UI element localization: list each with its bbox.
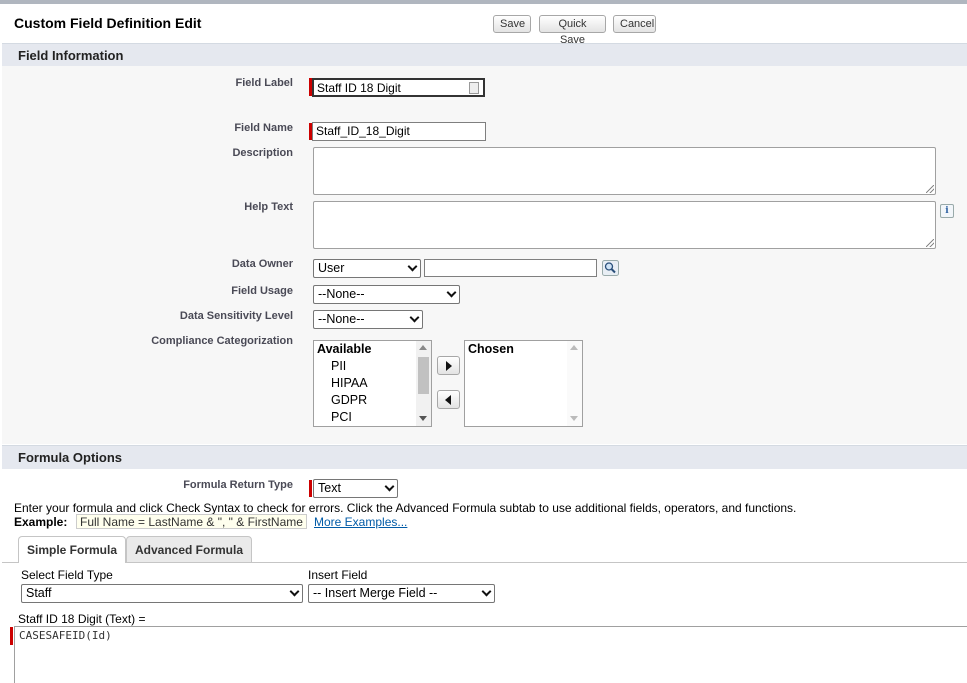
scrollbar[interactable] [567,341,582,426]
insert-field-label: Insert Field [308,568,368,582]
quick-save-button[interactable]: Quick Save [539,15,606,46]
formula-text: CASESAFEID(Id) [19,629,112,642]
cancel-button[interactable]: Cancel [613,15,656,33]
field-name-label: Field Name [234,122,293,134]
field-information-header: Field Information [2,43,967,67]
scrollbar[interactable] [416,341,431,426]
scroll-up-icon[interactable] [570,345,578,350]
select-value: --None-- [318,287,365,301]
scroll-up-icon[interactable] [419,345,427,350]
resize-grip-icon[interactable] [926,239,934,247]
help-text-label: Help Text [244,201,293,213]
save-button[interactable]: Save [493,15,531,33]
move-left-icon [445,395,451,405]
compliance-chosen-list[interactable]: Chosen [464,340,583,427]
select-field-type-select[interactable]: Staff [21,584,303,603]
compliance-label: Compliance Categorization [151,335,293,347]
formula-editor[interactable]: CASESAFEID(Id) [14,626,967,683]
data-owner-label: Data Owner [231,258,293,270]
description-label: Description [232,147,293,159]
required-indicator [10,627,13,645]
chevron-down-icon [384,481,395,492]
select-field-type-label: Select Field Type [21,568,113,582]
remove-button[interactable] [437,390,460,409]
help-text-textarea[interactable] [313,201,936,249]
info-icon[interactable]: i [940,204,954,218]
tab-underline [2,562,967,563]
add-button[interactable] [437,356,460,375]
formula-options-header: Formula Options [2,445,967,469]
section-title: Formula Options [18,450,122,465]
example-formula: Full Name = LastName & ", " & FirstName [76,514,307,529]
scroll-down-icon[interactable] [419,416,427,421]
chevron-down-icon [409,312,420,323]
select-value: Staff [26,586,52,600]
example-label: Example: [14,515,68,529]
field-name-input[interactable]: Staff_ID_18_Digit [312,122,486,141]
tab-simple-formula[interactable]: Simple Formula [18,536,127,563]
select-value: User [318,261,345,275]
autofill-icon [469,82,479,94]
resize-grip-icon[interactable] [926,185,934,193]
description-textarea[interactable] [313,147,936,195]
list-item[interactable]: PCI [331,410,352,424]
chevron-down-icon [289,586,300,597]
more-examples-link[interactable]: More Examples... [314,515,407,529]
list-header: Available [317,342,372,356]
scroll-down-icon[interactable] [570,416,578,421]
section-title: Field Information [18,48,124,63]
page-title: Custom Field Definition Edit [14,15,202,31]
list-header: Chosen [468,342,514,356]
formula-return-type-select[interactable]: Text [313,479,398,498]
insert-field-select[interactable]: -- Insert Merge Field -- [308,584,495,603]
list-item[interactable]: GDPR [331,393,367,407]
formula-return-type-label: Formula Return Type [183,479,293,491]
select-value: Text [318,481,341,495]
chevron-down-icon [407,261,418,272]
data-sensitivity-label: Data Sensitivity Level [179,310,293,322]
data-owner-input[interactable] [424,259,597,277]
field-usage-select[interactable]: --None-- [313,285,460,304]
scroll-thumb[interactable] [418,357,429,394]
data-owner-type-select[interactable]: User [313,259,421,278]
field-label-input[interactable]: Staff ID 18 Digit [312,78,485,97]
top-border [0,0,967,4]
formula-instructions: Enter your formula and click Check Synta… [14,501,797,515]
select-value: --None-- [318,312,365,326]
data-sensitivity-select[interactable]: --None-- [313,310,423,329]
list-item[interactable]: HIPAA [331,376,368,390]
move-right-icon [446,361,452,371]
lookup-search-icon[interactable] [602,260,619,276]
field-usage-label: Field Usage [231,285,293,297]
field-label-label: Field Label [235,77,293,89]
required-indicator [309,480,312,497]
tab-advanced-formula[interactable]: Advanced Formula [126,536,253,562]
formula-header: Staff ID 18 Digit (Text) = [18,612,146,626]
compliance-available-list[interactable]: Available PII HIPAA GDPR PCI [313,340,432,427]
field-label-value: Staff ID 18 Digit [317,81,401,95]
chevron-down-icon [446,287,457,298]
select-value: -- Insert Merge Field -- [313,586,438,600]
list-item[interactable]: PII [331,359,346,373]
chevron-down-icon [481,586,492,597]
